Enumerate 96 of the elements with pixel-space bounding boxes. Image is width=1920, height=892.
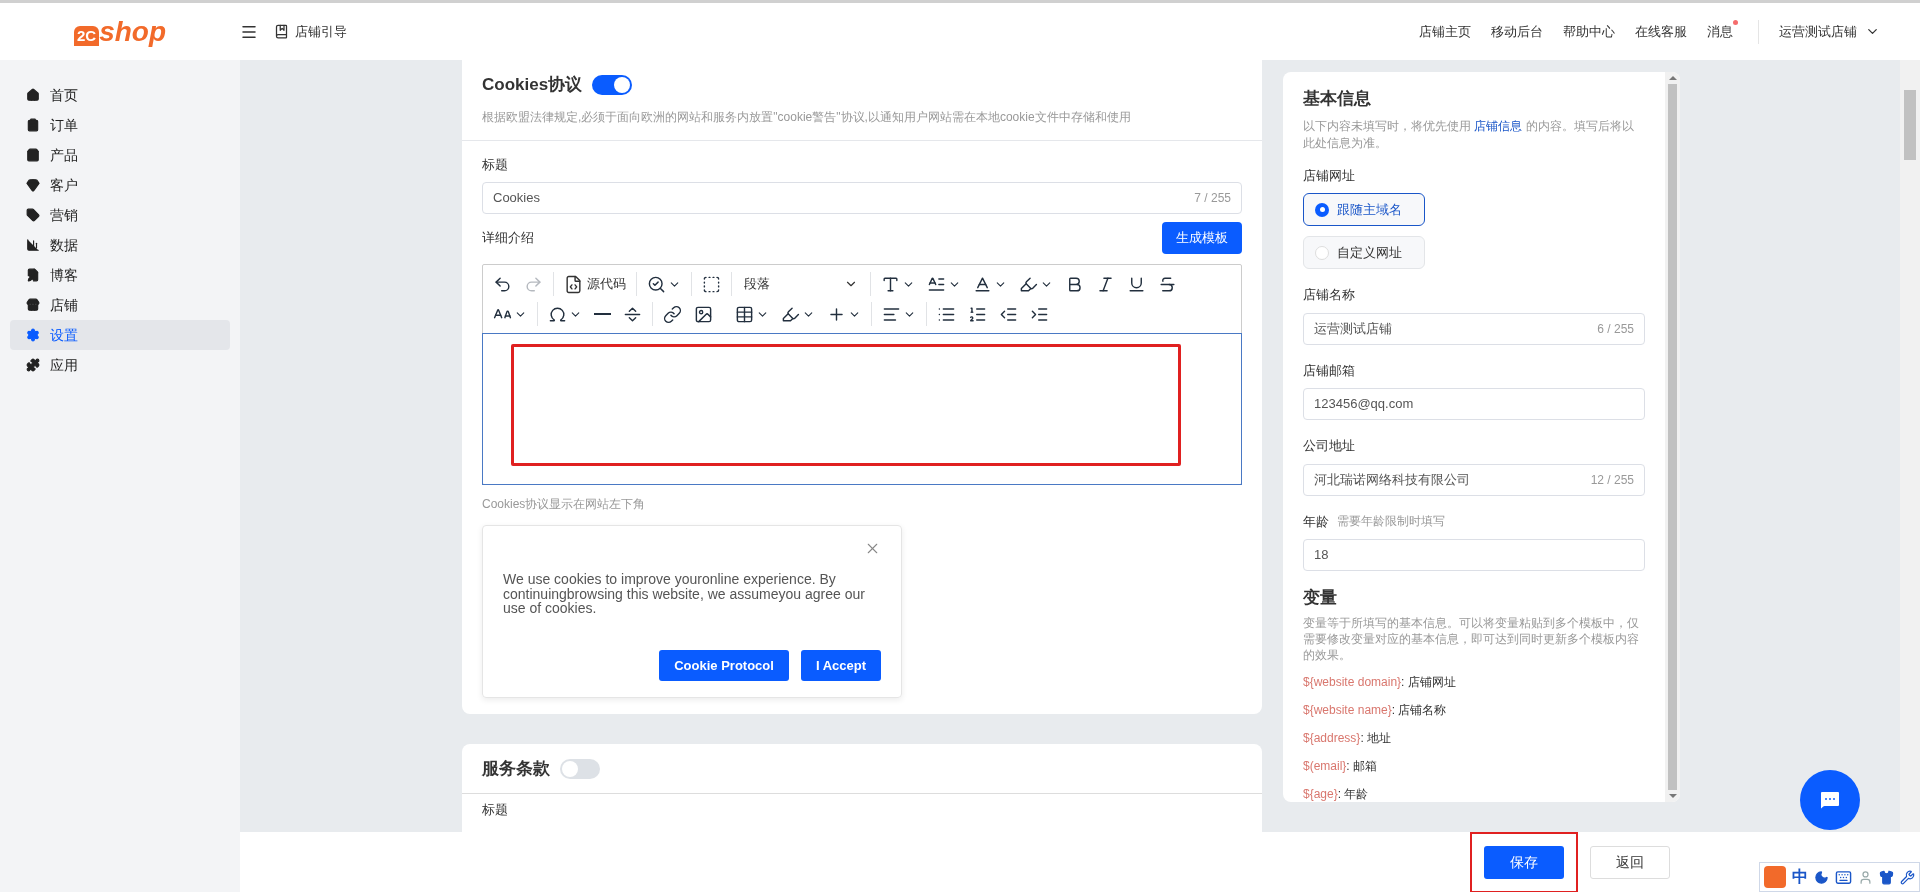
logo-text: shop xyxy=(99,17,167,46)
letter-text-icon xyxy=(927,274,946,294)
italic-icon xyxy=(1096,274,1115,294)
save-button[interactable]: 保存 xyxy=(1484,845,1564,879)
panel-description: 变量等于所填写的基本信息。可以将变量粘贴到多个模板中，仅需要修改变量对应的基本信息，即可达到同时更新多个模板内容的效果。 xyxy=(1303,614,1640,663)
line-height-icon xyxy=(881,274,900,294)
variable-line: ${address}: 地址 xyxy=(1303,729,1393,747)
sidebar-item[interactable]: 营销 xyxy=(10,200,230,230)
field-label: 详细介绍 xyxy=(482,229,534,248)
field-hint: 需要年龄限制时填写 xyxy=(1337,513,1445,531)
sidebar-item[interactable]: 数据 xyxy=(10,230,230,260)
field-label: 店铺网址 xyxy=(1303,166,1356,185)
character-count: 12 / 255 xyxy=(1590,471,1634,489)
logo-mark: 2C xyxy=(73,25,100,46)
section-title: Cookies协议 xyxy=(482,74,583,96)
header-link[interactable]: 店铺主页 xyxy=(1419,21,1471,42)
messages-link[interactable]: 消息 xyxy=(1707,21,1733,42)
image-icon xyxy=(694,304,713,324)
field-label: 公司地址 xyxy=(1303,437,1355,455)
page-scrollbar[interactable] xyxy=(1900,60,1920,832)
numbered-list-icon xyxy=(968,304,987,324)
field-value: 运营测试店铺 xyxy=(1314,319,1393,338)
sidebar-item[interactable]: 设置 xyxy=(10,320,230,350)
search-replace-icon xyxy=(647,274,666,294)
text-field[interactable]: 运营测试店铺 6 / 255 xyxy=(1303,312,1645,345)
variable-line: ${age}: 年龄 xyxy=(1303,785,1370,802)
special-character-icon xyxy=(548,304,567,324)
chat-button[interactable] xyxy=(1800,770,1860,830)
sidebar-item[interactable]: 首页 xyxy=(10,80,230,110)
generate-template-button[interactable]: 生成模板 xyxy=(1162,222,1242,254)
cookie-button[interactable]: Cookie Protocol xyxy=(659,650,789,682)
link-icon xyxy=(663,304,682,324)
sidebar-item[interactable]: 订单 xyxy=(10,110,230,140)
guide-link[interactable]: 店铺引导 xyxy=(274,21,347,42)
sidebar-item[interactable]: 客户 xyxy=(10,170,230,200)
source-code-button[interactable]: 源代码 xyxy=(558,269,632,299)
cookie-message: We use cookies to improve youronline experience. By continuingbrowsing this website, we assumeyou agree our use of cookies. xyxy=(503,572,866,617)
sidebar-item[interactable]: 应用 xyxy=(10,350,230,380)
field-value: 18 xyxy=(1314,546,1330,565)
panel-description: 以下内容未填写时，将优先使用 店铺信息 的内容。填写后将以此处信息为准。 xyxy=(1303,117,1635,152)
store-info-link[interactable]: 店铺信息 xyxy=(1474,118,1523,133)
sidebar-item[interactable]: 产品 xyxy=(10,140,230,170)
field-label: 标题 xyxy=(481,801,509,820)
hint-text: Cookies协议显示在网站左下角 xyxy=(482,496,647,513)
field-value: Cookies xyxy=(493,189,541,208)
scrollbar[interactable] xyxy=(1665,72,1680,802)
home-icon xyxy=(26,88,40,102)
text-field[interactable]: 河北瑞诺网络科技有限公司 12 / 255 xyxy=(1303,463,1645,496)
table-icon xyxy=(735,304,754,324)
field-value: 123456@qq.com xyxy=(1314,395,1415,414)
header-link[interactable]: 帮助中心 xyxy=(1563,21,1615,42)
select-all-icon xyxy=(702,274,721,294)
horizontal-line-icon xyxy=(594,313,611,315)
variable-line: ${website name}: 店铺名称 xyxy=(1303,701,1448,719)
ime-logo-icon xyxy=(1764,866,1786,888)
title-field[interactable]: Cookies 7 / 255 xyxy=(482,182,1242,214)
header-link[interactable]: 移动后台 xyxy=(1491,21,1543,42)
field-value: 河北瑞诺网络科技有限公司 xyxy=(1314,470,1471,489)
field-label: 店铺名称 xyxy=(1303,286,1355,304)
keyboard-icon[interactable] xyxy=(1835,868,1852,886)
sidebar-item[interactable]: 博客 xyxy=(10,260,230,290)
ime-mode[interactable]: 中 xyxy=(1792,865,1808,889)
book-icon xyxy=(274,24,289,39)
character-count: 7 / 255 xyxy=(1194,190,1231,207)
section-description: 根据欧盟法律规定,必须于面向欧洲的网站和服务内放置"cookie警告"协议,以通知用户网站需在本地cookie文件中存储和使用 xyxy=(482,108,1132,126)
field-label: 标题 xyxy=(482,155,509,174)
moon-icon[interactable] xyxy=(1814,869,1829,885)
radio-option[interactable]: 跟随主域名 xyxy=(1303,193,1425,226)
toggle-switch[interactable] xyxy=(560,758,600,779)
text-field[interactable]: 18 xyxy=(1303,539,1645,571)
block-format-dropdown[interactable]: 段落 xyxy=(736,269,866,299)
variable-line: $(email}: 邮箱 xyxy=(1303,757,1379,775)
panel-title: 基本信息 xyxy=(1303,88,1372,110)
code-icon xyxy=(564,274,583,294)
sidebar-item[interactable]: 店铺 xyxy=(10,290,230,320)
header-link[interactable]: 在线客服 xyxy=(1635,21,1687,42)
page-break-icon xyxy=(623,304,642,324)
text-field[interactable]: 123456@qq.com xyxy=(1303,388,1645,420)
shirt-icon[interactable] xyxy=(1879,869,1894,885)
field-label: 年龄 xyxy=(1303,512,1329,531)
tag-icon xyxy=(26,208,40,222)
editor-content-area[interactable] xyxy=(482,333,1242,485)
cookie-button[interactable]: I Accept xyxy=(800,650,881,682)
variable-line: ${website domain}: 店铺网址 xyxy=(1303,673,1457,691)
back-button[interactable]: 返回 xyxy=(1590,845,1670,879)
field-label: 店铺邮箱 xyxy=(1303,361,1355,380)
panel-title: 变量 xyxy=(1303,587,1338,609)
gem-icon xyxy=(26,178,40,192)
store-switcher[interactable]: 运营测试店铺 xyxy=(1779,21,1880,42)
character-count: 6 / 255 xyxy=(1597,320,1634,338)
wrench-icon[interactable] xyxy=(1900,869,1915,885)
strikethrough-icon xyxy=(1158,274,1177,294)
radio-option[interactable]: 自定义网址 xyxy=(1303,236,1425,269)
text-color-icon xyxy=(973,274,992,294)
section-title: 服务条款 xyxy=(482,757,550,780)
toggle-switch[interactable] xyxy=(592,74,633,95)
